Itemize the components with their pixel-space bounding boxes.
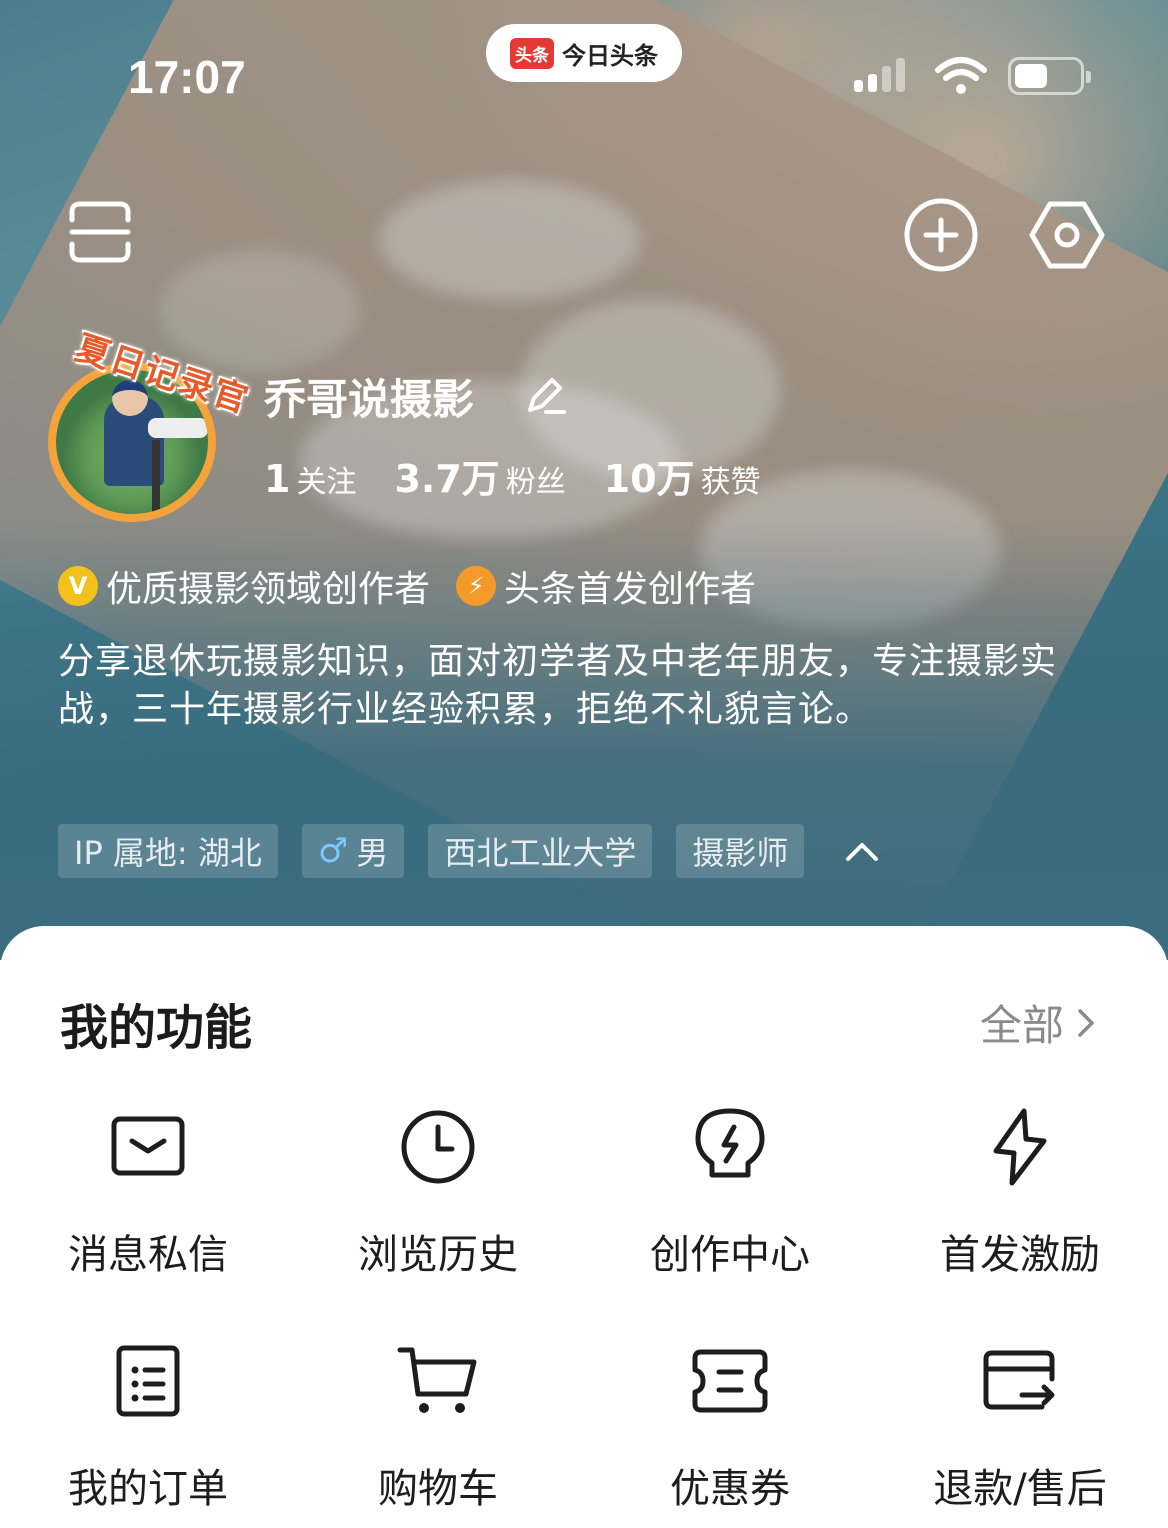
function-first-publish-reward[interactable]: 首发激励 (874, 1102, 1166, 1280)
refund-card-icon (975, 1336, 1065, 1426)
bulb-icon (685, 1102, 775, 1192)
status-time: 17:07 (128, 51, 246, 103)
male-icon: ♂ (317, 831, 349, 871)
add-circle-icon[interactable] (902, 196, 980, 274)
panel-title: 我的功能 (60, 1000, 253, 1056)
settings-hexagon-icon[interactable] (1028, 196, 1106, 274)
lightning-badge-icon: ⚡ (456, 566, 497, 606)
tag-school: 西北工业大学 (428, 824, 653, 878)
profile-name: 乔哥说摄影 (264, 375, 475, 424)
tag-label: 男 (356, 834, 389, 872)
chevron-right-icon (1078, 1008, 1094, 1037)
message-icon (103, 1102, 193, 1192)
cert-label: 头条首发创作者 (504, 569, 757, 610)
cart-icon (393, 1336, 483, 1426)
view-all-label: 全部 (979, 1001, 1064, 1050)
tag-label: 西北工业大学 (444, 834, 637, 872)
battery-icon (1008, 57, 1091, 95)
verified-v-icon: V (58, 566, 98, 606)
tag-label: 摄影师 (692, 834, 789, 872)
function-label: 创作中心 (650, 1232, 810, 1278)
function-label: 首发激励 (940, 1232, 1100, 1278)
stat-likes[interactable]: 10万 获赞 (604, 448, 761, 503)
app-name: 今日头条 (562, 41, 658, 70)
order-list-icon (103, 1336, 193, 1426)
scan-icon[interactable] (66, 198, 134, 266)
cert-first-publish-creator[interactable]: ⚡ 头条首发创作者 (456, 560, 756, 612)
function-label: 浏览历史 (358, 1232, 518, 1278)
wifi-icon (935, 57, 987, 94)
chevron-up-icon[interactable] (844, 839, 880, 863)
stat-value: 3.7万 (394, 457, 500, 501)
app-indicator-pill[interactable]: 头条 今日头条 (486, 24, 682, 82)
wave-foam (160, 250, 360, 370)
profile-bio: 分享退休玩摄影知识，面对初学者及中老年朋友，专注摄影实战，三十年摄影行业经验积累… (58, 641, 1058, 730)
clock-icon (393, 1102, 483, 1192)
stat-label: 关注 (296, 465, 357, 500)
function-creator-center[interactable]: 创作中心 (584, 1102, 876, 1280)
view-all-link[interactable]: 全部 (980, 992, 1098, 1053)
lightning-icon (975, 1102, 1065, 1192)
function-messages[interactable]: 消息私信 (2, 1102, 294, 1280)
cellular-signal-icon (854, 58, 905, 92)
function-label: 购物车 (378, 1466, 498, 1512)
cert-quality-creator[interactable]: V 优质摄影领域创作者 (58, 560, 430, 612)
coupon-icon (685, 1336, 775, 1426)
stat-followers[interactable]: 3.7万 粉丝 (394, 448, 565, 503)
function-label: 退款/售后 (933, 1466, 1107, 1512)
avatar-tripod (152, 440, 160, 514)
function-label: 我的订单 (68, 1466, 228, 1512)
cert-label: 优质摄影领域创作者 (106, 569, 431, 610)
wave-foam (380, 180, 640, 300)
tag-ip-location: IP 属地: 湖北 (58, 824, 278, 878)
function-cart[interactable]: 购物车 (292, 1336, 584, 1514)
profile-stats: 1 关注 3.7万 粉丝 10万 获赞 (264, 448, 761, 503)
my-functions-panel: 我的功能 全部 消息私信 浏览历史 创作中心 首发激励 我的订单 购物车 优惠券… (0, 926, 1168, 1528)
function-history[interactable]: 浏览历史 (292, 1102, 584, 1280)
function-my-orders[interactable]: 我的订单 (2, 1336, 294, 1514)
function-label: 消息私信 (68, 1232, 228, 1278)
profile-tags: IP 属地: 湖北 ♂ 男 西北工业大学 摄影师 (58, 824, 880, 878)
certifications: V 优质摄影领域创作者 ⚡ 头条首发创作者 (58, 560, 782, 612)
pencil-icon[interactable] (524, 374, 566, 416)
function-refund[interactable]: 退款/售后 (874, 1336, 1166, 1514)
stat-label: 获赞 (700, 465, 761, 500)
function-label: 优惠券 (670, 1466, 790, 1512)
stat-value: 10万 (603, 457, 695, 501)
tag-label: IP 属地: 湖北 (74, 834, 262, 872)
tag-occupation: 摄影师 (676, 824, 805, 878)
stat-label: 粉丝 (505, 465, 566, 500)
function-coupons[interactable]: 优惠券 (584, 1336, 876, 1514)
stat-value: 1 (264, 457, 291, 501)
app-logo: 头条 (510, 37, 554, 69)
tag-gender: ♂ 男 (301, 824, 405, 878)
stat-following[interactable]: 1 关注 (264, 457, 356, 501)
